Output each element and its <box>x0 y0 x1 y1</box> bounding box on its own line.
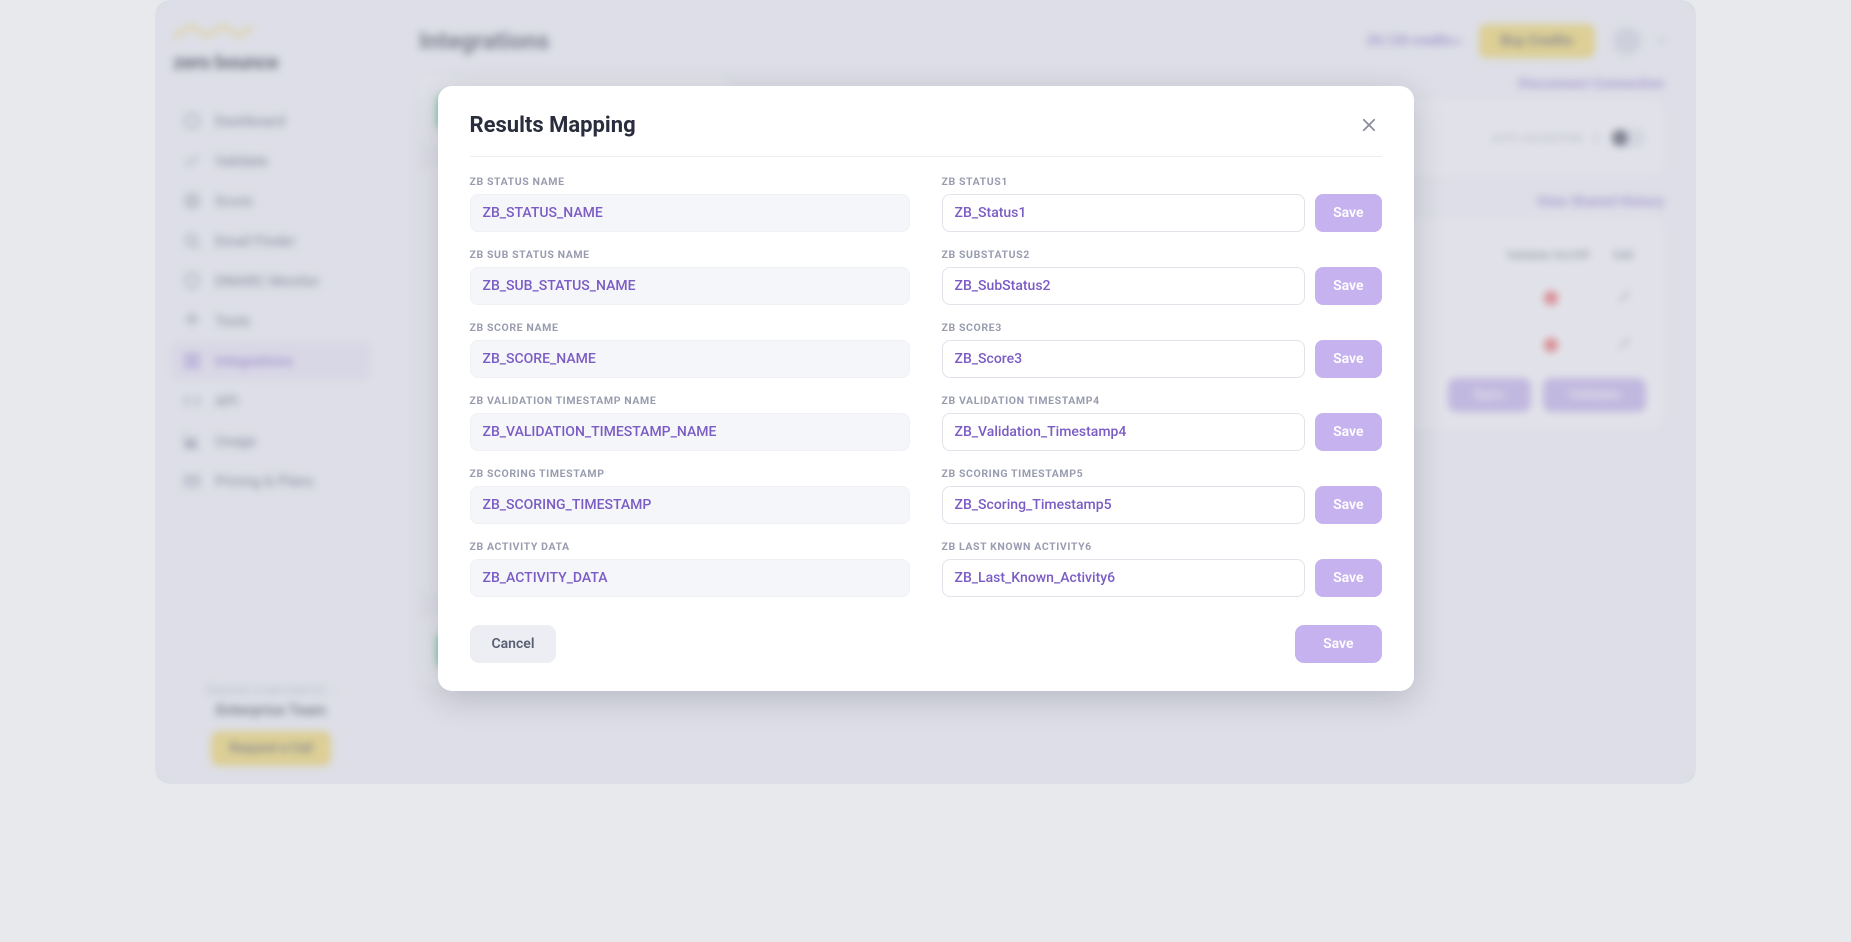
mapping-target-group: ZB VALIDATION TIMESTAMP4 Save <box>942 394 1382 451</box>
field-label: ZB SCORE NAME <box>470 321 910 334</box>
field-label: ZB SCORE3 <box>942 321 1382 334</box>
target-field-input[interactable] <box>942 559 1306 597</box>
source-field-input <box>470 267 910 305</box>
field-label: ZB STATUS NAME <box>470 175 910 188</box>
mapping-source-group: ZB SCORE NAME <box>470 321 910 378</box>
field-label: ZB SUB STATUS NAME <box>470 248 910 261</box>
mapping-source-group: ZB VALIDATION TIMESTAMP NAME <box>470 394 910 451</box>
target-field-input[interactable] <box>942 340 1306 378</box>
cancel-button[interactable]: Cancel <box>470 625 557 663</box>
mapping-target-group: ZB LAST KNOWN ACTIVITY6 Save <box>942 540 1382 597</box>
mapping-target-group: ZB SCORING TIMESTAMP5 Save <box>942 467 1382 524</box>
row-save-button[interactable]: Save <box>1315 559 1381 597</box>
mapping-source-group: ZB SUB STATUS NAME <box>470 248 910 305</box>
field-label: ZB VALIDATION TIMESTAMP NAME <box>470 394 910 407</box>
source-field-input <box>470 559 910 597</box>
save-button[interactable]: Save <box>1295 625 1381 663</box>
results-mapping-modal: Results Mapping ZB STATUS NAME ZB STATUS1… <box>438 86 1414 691</box>
field-label: ZB STATUS1 <box>942 175 1382 188</box>
mapping-source-group: ZB SCORING TIMESTAMP <box>470 467 910 524</box>
target-field-input[interactable] <box>942 267 1306 305</box>
field-label: ZB SUBSTATUS2 <box>942 248 1382 261</box>
target-field-input[interactable] <box>942 486 1306 524</box>
field-label: ZB ACTIVITY DATA <box>470 540 910 553</box>
row-save-button[interactable]: Save <box>1315 413 1381 451</box>
field-label: ZB LAST KNOWN ACTIVITY6 <box>942 540 1382 553</box>
source-field-input <box>470 340 910 378</box>
row-save-button[interactable]: Save <box>1315 194 1381 232</box>
mapping-target-group: ZB SCORE3 Save <box>942 321 1382 378</box>
mapping-target-group: ZB SUBSTATUS2 Save <box>942 248 1382 305</box>
row-save-button[interactable]: Save <box>1315 340 1381 378</box>
target-field-input[interactable] <box>942 413 1306 451</box>
mapping-source-group: ZB STATUS NAME <box>470 175 910 232</box>
field-label: ZB SCORING TIMESTAMP <box>470 467 910 480</box>
source-field-input <box>470 486 910 524</box>
target-field-input[interactable] <box>942 194 1306 232</box>
field-label: ZB VALIDATION TIMESTAMP4 <box>942 394 1382 407</box>
field-label: ZB SCORING TIMESTAMP5 <box>942 467 1382 480</box>
row-save-button[interactable]: Save <box>1315 267 1381 305</box>
source-field-input <box>470 413 910 451</box>
mapping-source-group: ZB ACTIVITY DATA <box>470 540 910 597</box>
row-save-button[interactable]: Save <box>1315 486 1381 524</box>
modal-body: ZB STATUS NAME ZB STATUS1 Save ZB SUB STATU… <box>438 157 1414 603</box>
close-icon[interactable] <box>1356 112 1382 138</box>
mapping-target-group: ZB STATUS1 Save <box>942 175 1382 232</box>
source-field-input <box>470 194 910 232</box>
modal-title: Results Mapping <box>470 113 636 138</box>
